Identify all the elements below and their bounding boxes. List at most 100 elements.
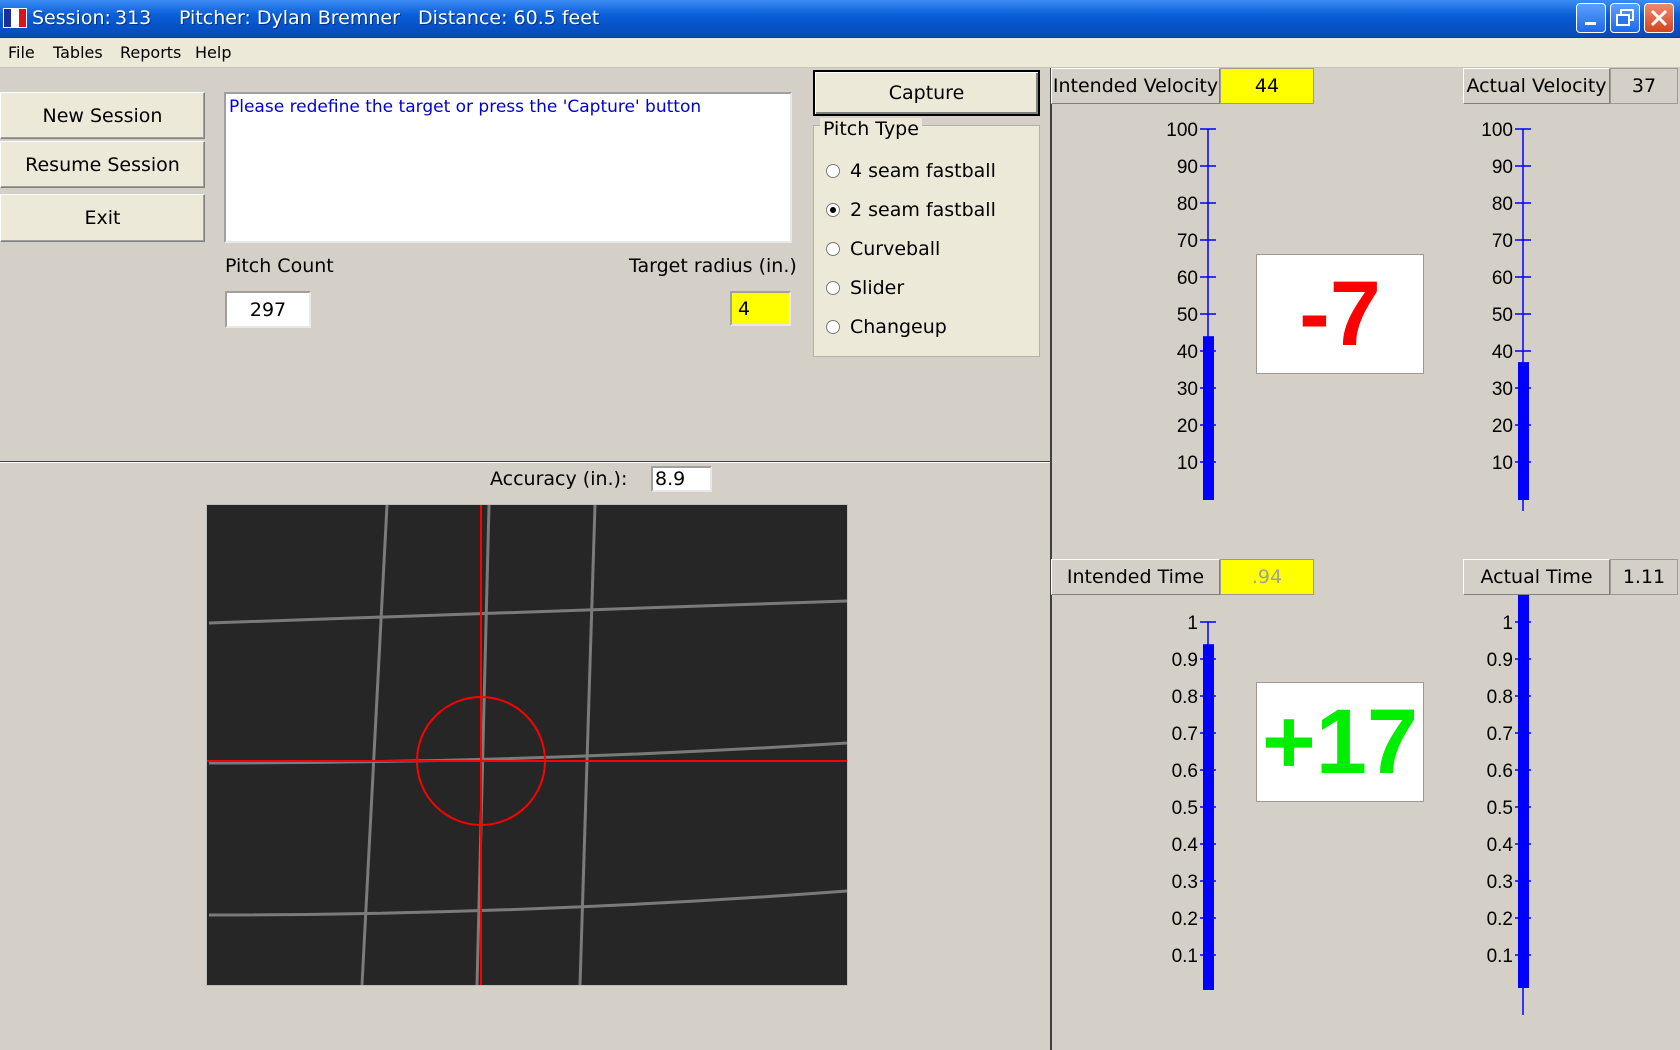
message-text: Please redefine the target or press the … [229, 97, 702, 117]
actual-velocity-label: Actual Velocity [1463, 68, 1610, 104]
pitcher-name: Pitcher: Dylan Bremner [179, 7, 400, 29]
radio-label: Changeup [850, 316, 947, 338]
gauge-tick-label: 50 [1177, 305, 1198, 326]
exit-button[interactable]: Exit [0, 194, 205, 242]
radio-button-icon [826, 164, 840, 178]
minimize-button[interactable] [1576, 3, 1606, 33]
intended-velocity-gauge: 100 90 80 70 60 50 40 30 20 10 [1166, 120, 1216, 500]
gauge-tick-label: 10 [1492, 453, 1513, 474]
radio-label: Curveball [850, 238, 941, 260]
gauge-tick-label: 0.7 [1172, 724, 1198, 745]
camera-grid-image [207, 504, 848, 986]
menu-tables[interactable]: Tables [53, 43, 103, 62]
capture-button[interactable]: Capture [813, 70, 1040, 116]
menu-file[interactable]: File [8, 43, 35, 62]
menu-help[interactable]: Help [195, 43, 231, 62]
resume-session-button[interactable]: Resume Session [0, 141, 205, 188]
gauge-tick-label: 0.2 [1172, 909, 1198, 930]
gauge-tick-label: 0.8 [1487, 687, 1513, 708]
accuracy-field[interactable]: 8.9 [651, 466, 712, 492]
message-box[interactable]: Please redefine the target or press the … [224, 92, 792, 243]
gauge-tick-label: 0.6 [1487, 761, 1513, 782]
actual-time-label: Actual Time [1463, 559, 1610, 595]
close-button[interactable] [1644, 3, 1674, 33]
radio-curveball[interactable]: Curveball [826, 237, 940, 261]
gauge-tick-label: 30 [1492, 379, 1513, 400]
gauge-tick-label: 0.9 [1487, 650, 1513, 671]
target-radius-field[interactable]: 4 [730, 291, 791, 326]
velocity-delta: -7 [1256, 254, 1424, 374]
restore-icon [1616, 9, 1634, 26]
gauge-tick-label: 1 [1187, 613, 1198, 634]
gauge-tick-label: 40 [1177, 342, 1198, 363]
gauge-tick-label: 0.3 [1487, 872, 1513, 893]
gauge-tick-label: 0.3 [1172, 872, 1198, 893]
gauge-tick-label: 0.4 [1487, 835, 1514, 856]
target-radius-label: Target radius (in.) [629, 255, 797, 277]
session-label: Session: [32, 7, 111, 29]
gauge-tick-label: 90 [1177, 157, 1198, 178]
accuracy-label: Accuracy (in.): [490, 468, 628, 490]
actual-velocity-value: 37 [1610, 68, 1678, 104]
radio-button-icon [826, 242, 840, 256]
gauge-tick-label: 70 [1492, 231, 1513, 252]
gauge-tick-label: 0.5 [1172, 798, 1198, 819]
restore-button[interactable] [1610, 3, 1640, 33]
time-delta: +17 [1256, 682, 1424, 802]
gauge-tick-label: 0.1 [1172, 946, 1198, 967]
gauge-tick-label: 100 [1481, 120, 1513, 141]
session-number: 313 [115, 7, 152, 29]
intended-time-value[interactable]: .94 [1220, 559, 1314, 595]
gauge-tick-label: 0.5 [1487, 798, 1513, 819]
intended-velocity-value[interactable]: 44 [1220, 68, 1314, 104]
gauge-tick-label: 60 [1177, 268, 1198, 289]
gauge-tick-label: 40 [1492, 342, 1513, 363]
gauge-tick-label: 0.9 [1172, 650, 1198, 671]
gauge-level-bar [1203, 644, 1214, 990]
gauge-tick-label: 0.1 [1487, 946, 1513, 967]
gauge-tick-label: 10 [1177, 453, 1198, 474]
radio-button-selected-icon [826, 203, 840, 217]
gauge-tick-label: 90 [1492, 157, 1513, 178]
gauge-tick-label: 0.7 [1487, 724, 1513, 745]
radio-2-seam-fastball[interactable]: 2 seam fastball [826, 198, 996, 222]
radio-label: 2 seam fastball [850, 199, 996, 221]
pitch-count-label: Pitch Count [225, 255, 334, 277]
actual-time-gauge: 1 0.9 0.8 0.7 0.6 0.5 0.4 0.3 0.2 0.1 [1487, 595, 1531, 1015]
pitch-count-field[interactable]: 297 [225, 291, 311, 328]
gauge-tick-label: 1 [1502, 613, 1513, 634]
horizontal-divider [0, 461, 1050, 463]
gauge-tick-label: 80 [1492, 194, 1513, 215]
gauge-tick-label: 50 [1492, 305, 1513, 326]
gauge-tick-label: 80 [1177, 194, 1198, 215]
new-session-button[interactable]: New Session [0, 92, 205, 139]
radio-slider[interactable]: Slider [826, 276, 904, 300]
gauge-tick-label: 0.4 [1172, 835, 1199, 856]
minimize-icon [1585, 22, 1596, 25]
actual-time-value: 1.11 [1610, 559, 1678, 595]
gauge-level-bar [1518, 362, 1529, 500]
intended-time-label: Intended Time [1051, 559, 1220, 595]
close-icon [1650, 9, 1668, 27]
distance: Distance: 60.5 feet [418, 7, 600, 29]
radio-changeup[interactable]: Changeup [826, 315, 947, 339]
intended-time-gauge: 1 0.9 0.8 0.7 0.6 0.5 0.4 0.3 0.2 0.1 [1172, 613, 1216, 990]
camera-view[interactable] [206, 504, 848, 986]
radio-label: 4 seam fastball [850, 160, 996, 182]
actual-velocity-gauge: 100 90 80 70 60 50 40 30 20 10 [1481, 120, 1531, 511]
gauge-tick-label: 0.2 [1487, 909, 1513, 930]
gauge-level-bar [1518, 595, 1529, 988]
radio-button-icon [826, 281, 840, 295]
gauge-tick-label: 0.6 [1172, 761, 1198, 782]
title-bar[interactable]: Session: 313 Pitcher: Dylan Bremner Dist… [0, 0, 1680, 38]
gauge-tick-label: 30 [1177, 379, 1198, 400]
radio-label: Slider [850, 277, 905, 299]
gauge-tick-label: 100 [1166, 120, 1198, 141]
gauge-tick-label: 70 [1177, 231, 1198, 252]
gauge-level-bar [1203, 336, 1214, 500]
menu-reports[interactable]: Reports [120, 43, 181, 62]
radio-4-seam-fastball[interactable]: 4 seam fastball [826, 159, 996, 183]
pitch-type-label: Pitch Type [820, 118, 922, 140]
app-flag-icon [3, 8, 27, 28]
gauge-tick-label: 20 [1492, 416, 1513, 437]
